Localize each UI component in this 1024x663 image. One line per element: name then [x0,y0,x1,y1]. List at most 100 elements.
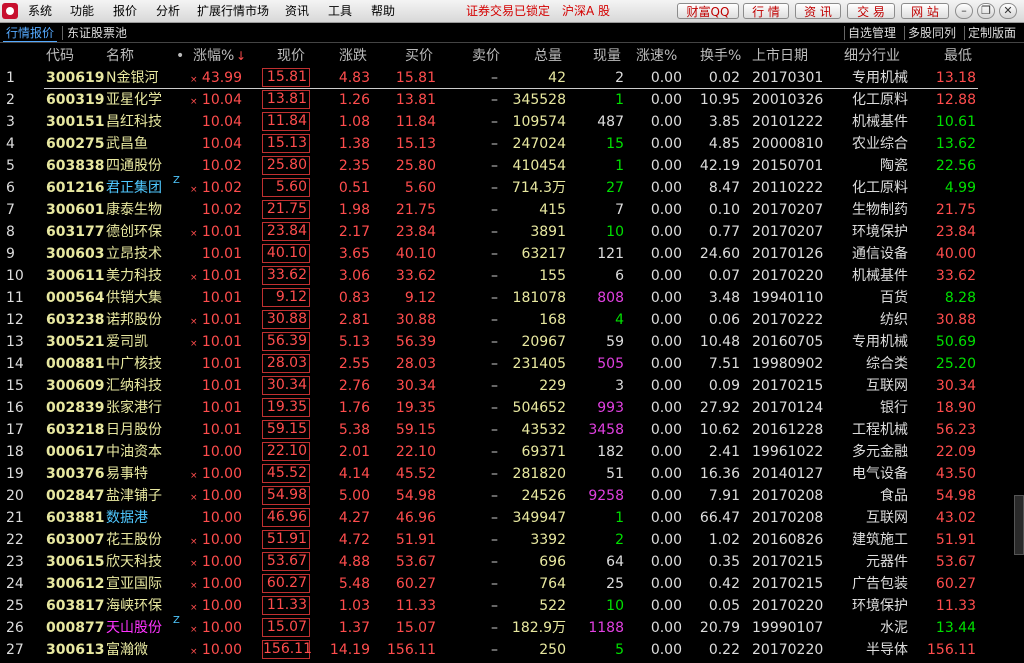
current-volume: 15 [606,136,624,152]
header-list-date[interactable]: 上市日期 [752,46,808,66]
table-row[interactable]: 22 603007 花王股份 10.00 51.91 4.72 51.91 – 3392 2 0.0… [0,529,1024,551]
header-price[interactable]: 现价 [277,46,305,66]
minimize-icon[interactable]: – [955,3,973,19]
table-row[interactable]: 15 300609 汇纳科技 10.01 30.34 2.76 30.34 – 229 3 0.00… [0,375,1024,397]
price: 30.88 [262,310,310,329]
header-current-volume[interactable]: 现量 [593,46,621,66]
wealth-qq-button[interactable]: 财富QQ [677,3,739,19]
ask-price: – [491,466,498,482]
tab-custom-layout[interactable]: 定制版面 [968,25,1016,41]
table-row[interactable]: 7 300601 康泰生物 10.02 21.75 1.98 21.75 – 415 7 0.00 0… [0,199,1024,221]
tab-multi-stock[interactable]: 多股同列 [908,25,956,41]
menu-function[interactable]: 功能 [70,3,94,19]
change-pct: 10.00 [201,576,242,592]
menu-analysis[interactable]: 分析 [156,3,180,19]
tab-stock-pool[interactable]: 东证股票池 [64,25,130,41]
menu-extended-market[interactable]: 扩展行情市场 [197,3,269,19]
list-date: 19980902 [752,356,824,372]
menu-quote[interactable]: 报价 [113,3,137,19]
low-price: 25.20 [935,356,976,372]
table-row[interactable]: 8 603177 德创环保 10.01 23.84 2.17 23.84 – 3891 10 0.0… [0,221,1024,243]
table-row[interactable]: 13 300521 爱司凯 10.01 56.39 5.13 56.39 – 20967 59 0.… [0,331,1024,353]
menu-news[interactable]: 资讯 [285,3,309,19]
turnover-pct: 2.41 [708,444,740,460]
stock-code: 600319 [46,92,105,108]
website-button[interactable]: 网 站 [901,3,949,19]
header-low[interactable]: 最低 [944,46,972,66]
table-row[interactable]: 2 600319 亚星化学 10.04 13.81 1.26 13.81–345528 1 0.… [0,89,1024,111]
current-volume: 3 [615,378,624,394]
header-change-pct[interactable]: 涨幅% [193,46,234,66]
stock-code: 603007 [46,532,105,548]
tab-divider [844,26,845,40]
table-row[interactable]: 9 300603 立昂技术 10.01 40.10 3.65 40.10 – 63217 121 0… [0,243,1024,265]
stock-code: 300376 [46,466,105,482]
flag-icon: × [190,185,198,195]
table-row[interactable]: 5 603838 四通股份 10.02 25.80 2.35 25.80 –410454 1 0.… [0,155,1024,177]
table-row[interactable]: 3 300151 昌红科技 10.04 11.84 1.08 11.84 –109574 487… [0,111,1024,133]
stock-name: 美力科技 [106,268,162,284]
tab-watchlist-manage[interactable]: 自选管理 [848,25,896,41]
menu-tools[interactable]: 工具 [328,3,352,19]
vertical-scrollbar[interactable] [1014,495,1024,555]
header-name[interactable]: 名称 [106,46,134,66]
table-row[interactable]: 18 000617 中油资本 10.00 22.10 2.01 22.10 – 69371 182… [0,441,1024,463]
industry: 工程机械 [852,422,908,438]
bid-price: 156.11 [387,642,436,658]
table-row[interactable]: 1 300619 N金银河 43.99 15.81 4.83 15.81 – 42 2 0.00 0.… [0,67,1024,89]
price: 9.12 [262,288,310,307]
change-pct: 10.00 [201,598,242,614]
close-icon[interactable]: ✕ [999,3,1017,19]
market-selector[interactable]: 沪深A 股 [562,3,610,19]
table-row[interactable]: 11 000564 供销大集 10.01 9.12 0.83 9.12 –181078 808 0… [0,287,1024,309]
table-row[interactable]: 21 603881 数据港 10.00 46.96 4.27 46.96–349947 1 0.… [0,507,1024,529]
ask-price: – [491,290,498,306]
low-price: 53.67 [935,554,976,570]
header-speed[interactable]: 涨速% [636,46,677,66]
turnover-pct: 0.07 [708,268,740,284]
bid-price: 45.52 [395,466,436,482]
table-row[interactable]: 16 002839 张家港行 10.01 19.35 1.76 19.35 –504652 99… [0,397,1024,419]
table-row[interactable]: 26 000877 天山股份 Z 10.00 15.07 1.37 15.07 –182.9万 1… [0,615,1024,639]
speed-pct: 0.00 [650,532,682,548]
table-row[interactable]: 17 603218 日月股份 10.01 59.15 5.38 59.15 – 43532 345… [0,419,1024,441]
stock-code: 300603 [46,246,105,262]
header-industry[interactable]: 细分行业 [844,46,900,66]
current-volume: 5 [615,642,624,658]
restore-icon[interactable]: ❐ [977,3,995,19]
price: 54.98 [262,486,310,505]
speed-pct: 0.00 [650,290,682,306]
header-bid[interactable]: 买价 [405,46,433,66]
table-row[interactable]: 23 300615 欣天科技 10.00 53.67 4.88 53.67 – 696 64 0.0… [0,551,1024,573]
header-change[interactable]: 涨跌 [339,46,367,66]
table-row[interactable]: 25 603817 海峡环保 10.00 11.33 1.03 11.33 – 522 10 0.0… [0,595,1024,617]
table-row[interactable]: 19 300376 易事特 10.00 45.52 4.14 45.52 –281820 51 0… [0,463,1024,485]
low-price: 51.91 [935,532,976,548]
table-row[interactable]: 20 002847 盐津铺子 10.00 54.98 5.00 54.98 – 24526 925… [0,485,1024,507]
quotes-button[interactable]: 行 情 [743,3,789,19]
header-volume[interactable]: 总量 [534,46,562,66]
table-row[interactable]: 27 300613 富瀚微 10.00 156.11 14.19 156.11 – 250 5 0.… [0,639,1024,661]
news-button[interactable]: 资 讯 [795,3,841,19]
menu-system[interactable]: 系统 [28,3,52,19]
flag-icon: × [190,75,198,85]
header-code[interactable]: 代码 [46,46,74,66]
change: 2.55 [338,356,370,372]
tab-quotes[interactable]: 行情报价 [3,25,58,42]
menu-help[interactable]: 帮助 [371,3,395,19]
header-ask[interactable]: 卖价 [472,46,500,66]
row-number: 4 [6,136,15,152]
speed-pct: 0.00 [650,598,682,614]
price: 59.15 [262,420,310,439]
trade-button[interactable]: 交 易 [847,3,895,19]
table-row[interactable]: 12 603238 诺邦股份 10.01 30.88 2.81 30.88 – 168 4 0.00… [0,309,1024,331]
header-turnover[interactable]: 换手% [700,46,741,66]
app-logo-icon[interactable] [2,3,18,19]
turnover-pct: 1.02 [708,532,740,548]
table-row[interactable]: 24 300612 宣亚国际 10.00 60.27 5.48 60.27 – 764 25 0.0… [0,573,1024,595]
price: 45.52 [262,464,310,483]
table-row[interactable]: 6 601216 君正集团 Z 10.02 5.60 0.51 5.60 –714.3万 27 0.… [0,175,1024,199]
table-row[interactable]: 14 000881 中广核技 10.01 28.03 2.55 28.03 –231405 50… [0,353,1024,375]
table-row[interactable]: 10 300611 美力科技 10.01 33.62 3.06 33.62 – 155 6 0.00… [0,265,1024,287]
table-row[interactable]: 4 600275 武昌鱼 10.04 15.13 1.38 15.13 –247024 15 0.… [0,133,1024,155]
